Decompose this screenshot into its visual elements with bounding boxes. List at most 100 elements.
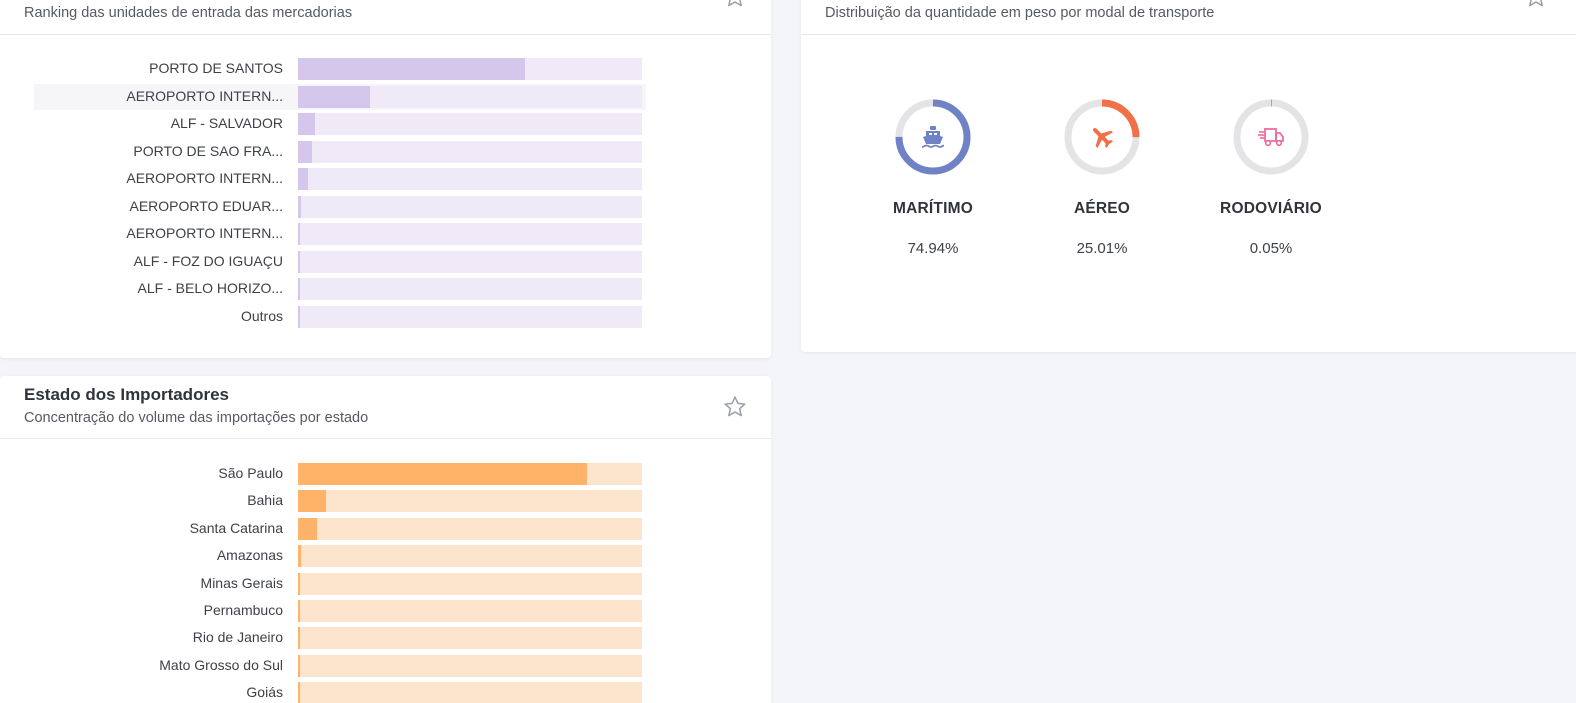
entrada-bar-chart: PORTO DE SANTOS AEROPORTO INTERN... ALF - … bbox=[0, 58, 771, 338]
modal-percent: 74.94% bbox=[907, 240, 959, 257]
aereo-donut bbox=[1063, 98, 1141, 176]
estado-bar-label: Bahia bbox=[247, 492, 283, 509]
entrada-bar-row[interactable]: ALF - BELO HORIZO... bbox=[0, 278, 771, 300]
estado-card-subtitle: Concentração do volume das importações p… bbox=[24, 410, 369, 426]
modal-name: AÉREO bbox=[1073, 200, 1131, 217]
estado-bar[interactable] bbox=[298, 654, 300, 677]
entrada-bar-track bbox=[298, 223, 642, 245]
estado-bar-chart: São Paulo Bahia Santa Catarina Amazonas Mina… bbox=[0, 463, 771, 703]
maritimo-donut bbox=[894, 98, 972, 176]
entrada-bar-track bbox=[298, 113, 642, 135]
entrada-bar-track bbox=[298, 278, 642, 300]
entrada-bar-row[interactable]: PORTO DE SAO FRA... bbox=[0, 140, 771, 163]
estado-bar-row[interactable]: Rio de Janeiro bbox=[0, 627, 771, 650]
estado-bar[interactable] bbox=[298, 463, 587, 485]
modal-card: Distribuição da quantidade em peso por m… bbox=[801, 0, 1576, 352]
entrada-bar[interactable] bbox=[298, 250, 300, 273]
entrada-bar-track bbox=[298, 195, 642, 218]
estado-bar-label: Goiás bbox=[246, 684, 283, 701]
modal-name: MARÍTIMO bbox=[893, 200, 973, 217]
entrada-bar[interactable] bbox=[298, 223, 300, 245]
entrada-bar-track bbox=[298, 305, 642, 328]
modal-item-rodoviario: RODOVIÁRIO 0.05% bbox=[1201, 98, 1341, 257]
estado-bar[interactable] bbox=[298, 600, 300, 622]
estado-bar-track bbox=[298, 682, 642, 703]
estado-bar[interactable] bbox=[298, 572, 301, 595]
estado-bar-track bbox=[298, 517, 642, 540]
entrada-bar-row[interactable]: AEROPORTO INTERN... bbox=[0, 85, 771, 108]
entrada-bar-label: ALF - SALVADOR bbox=[170, 115, 283, 131]
entrada-bar-row[interactable]: Outros bbox=[0, 305, 771, 328]
estado-bar-track bbox=[298, 627, 642, 650]
entrada-bar[interactable] bbox=[298, 58, 526, 80]
entrada-bar[interactable] bbox=[298, 85, 371, 108]
estado-bar-row[interactable]: Amazonas bbox=[0, 545, 771, 568]
estado-bar-track bbox=[298, 545, 642, 568]
entrada-bar-row[interactable]: PORTO DE SANTOS bbox=[0, 58, 771, 80]
favorite-star-icon[interactable] bbox=[1523, 0, 1549, 10]
entrada-bar-label: AEROPORTO INTERN... bbox=[126, 170, 283, 186]
estado-bar-label: Rio de Janeiro bbox=[192, 629, 283, 646]
estado-bar-track bbox=[298, 463, 642, 485]
estado-bar-track bbox=[298, 654, 642, 677]
estado-bar-label: Amazonas bbox=[216, 547, 283, 564]
entrada-bar-label: Outros bbox=[240, 307, 283, 324]
estado-card-header: Estado dos Importadores Concentração do … bbox=[0, 376, 771, 439]
airplane-icon bbox=[1092, 127, 1113, 148]
estado-card: Estado dos Importadores Concentração do … bbox=[0, 376, 771, 703]
entrada-bar-label: AEROPORTO INTERN... bbox=[126, 225, 283, 241]
estado-bar[interactable] bbox=[298, 627, 300, 650]
entrada-bar[interactable] bbox=[298, 278, 300, 300]
estado-bar-row[interactable]: Pernambuco bbox=[0, 600, 771, 622]
entrada-bar-row[interactable]: ALF - FOZ DO IGUAÇU bbox=[0, 250, 771, 273]
entrada-bar-track bbox=[298, 250, 642, 273]
estado-bar[interactable] bbox=[298, 490, 326, 513]
modal-percent: 25.01% bbox=[1076, 240, 1128, 257]
estado-bar-row[interactable]: Goiás bbox=[0, 682, 771, 703]
entrada-bar-row[interactable]: AEROPORTO INTERN... bbox=[0, 168, 771, 190]
entrada-card-header: Ranking das unidades de entrada das merc… bbox=[0, 0, 771, 35]
entrada-bar-label: AEROPORTO EDUAR... bbox=[129, 197, 283, 214]
modal-item-aereo: AÉREO 25.01% bbox=[1032, 98, 1172, 257]
entrada-bar-label: ALF - FOZ DO IGUAÇU bbox=[133, 252, 283, 269]
entrada-card: Ranking das unidades de entrada das merc… bbox=[0, 0, 771, 358]
estado-bar-row[interactable]: São Paulo bbox=[0, 463, 771, 485]
estado-bar-row[interactable]: Santa Catarina bbox=[0, 517, 771, 540]
estado-card-title: Estado dos Importadores bbox=[24, 385, 229, 404]
entrada-bar-row[interactable]: AEROPORTO EDUAR... bbox=[0, 195, 771, 218]
entrada-bar-label: PORTO DE SANTOS bbox=[149, 60, 283, 76]
entrada-bar-label: AEROPORTO INTERN... bbox=[126, 87, 283, 104]
ship-icon bbox=[921, 126, 945, 148]
truck-icon bbox=[1258, 128, 1284, 147]
entrada-bar[interactable] bbox=[298, 140, 312, 163]
entrada-bar-track bbox=[298, 168, 642, 190]
estado-bar-label: São Paulo bbox=[218, 465, 283, 481]
estado-bar-row[interactable]: Bahia bbox=[0, 490, 771, 513]
estado-bar-label: Mato Grosso do Sul bbox=[159, 656, 283, 673]
entrada-bar-label: ALF - BELO HORIZO... bbox=[137, 280, 283, 296]
entrada-card-subtitle: Ranking das unidades de entrada das merc… bbox=[24, 5, 353, 21]
estado-bar-row[interactable]: Mato Grosso do Sul bbox=[0, 654, 771, 677]
estado-bar-row[interactable]: Minas Gerais bbox=[0, 572, 771, 595]
estado-bar-track bbox=[298, 490, 642, 513]
favorite-star-icon[interactable] bbox=[722, 0, 748, 10]
entrada-bar-row[interactable]: AEROPORTO INTERN... bbox=[0, 223, 771, 245]
favorite-star-icon[interactable] bbox=[722, 394, 748, 420]
estado-bar-track bbox=[298, 572, 642, 595]
estado-bar[interactable] bbox=[298, 682, 300, 703]
entrada-bar-label: PORTO DE SAO FRA... bbox=[133, 142, 283, 159]
modal-name: RODOVIÁRIO bbox=[1220, 200, 1322, 217]
modal-percent: 0.05% bbox=[1249, 240, 1293, 257]
entrada-bar-row[interactable]: ALF - SALVADOR bbox=[0, 113, 771, 135]
estado-bar[interactable] bbox=[298, 517, 317, 540]
entrada-bar-track bbox=[298, 140, 642, 163]
estado-bar-label: Minas Gerais bbox=[200, 574, 283, 591]
entrada-bar[interactable] bbox=[298, 305, 300, 328]
estado-bar-label: Santa Catarina bbox=[189, 519, 283, 536]
estado-bar[interactable] bbox=[298, 545, 301, 568]
entrada-bar[interactable] bbox=[298, 168, 309, 190]
modal-item-maritimo: MARÍTIMO 74.94% bbox=[863, 98, 1003, 257]
entrada-bar[interactable] bbox=[298, 195, 302, 218]
entrada-bar[interactable] bbox=[298, 113, 316, 135]
estado-bar-label: Pernambuco bbox=[203, 602, 283, 618]
